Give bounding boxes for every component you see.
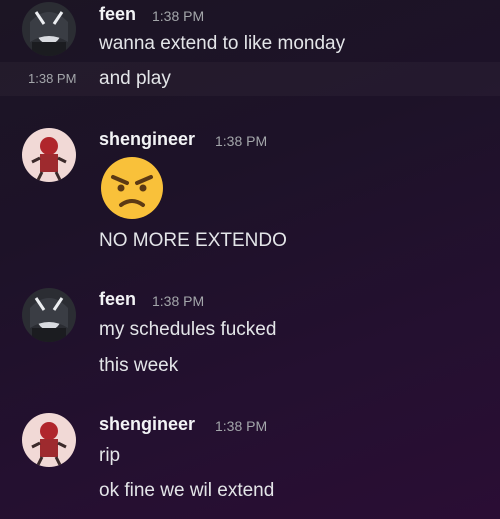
message-text: wanna extend to like monday <box>99 33 346 54</box>
timestamp: 1:38 PM <box>215 418 268 434</box>
avatar[interactable] <box>22 2 76 56</box>
message-text: this week <box>99 355 179 376</box>
message-text: and play <box>99 68 171 89</box>
timestamp: 1:38 PM <box>152 293 205 309</box>
avatar[interactable] <box>22 128 76 182</box>
avatar[interactable] <box>22 288 76 342</box>
timestamp: 1:38 PM <box>215 133 268 149</box>
message-text: my schedules fucked <box>99 319 277 340</box>
username[interactable]: feen <box>99 289 136 310</box>
username[interactable]: shengineer <box>99 129 195 150</box>
message-text: rip <box>99 445 121 466</box>
message-text: ok fine we wil extend <box>99 480 275 501</box>
angry-face-emoji <box>99 155 165 221</box>
username[interactable]: shengineer <box>99 414 195 435</box>
message-text: NO MORE EXTENDO <box>99 230 287 251</box>
message-row-hovered[interactable]: 1:38 PM and play <box>0 62 500 96</box>
avatar[interactable] <box>22 413 76 467</box>
timestamp: 1:38 PM <box>28 71 77 86</box>
username[interactable]: feen <box>99 4 136 25</box>
timestamp: 1:38 PM <box>152 8 205 24</box>
